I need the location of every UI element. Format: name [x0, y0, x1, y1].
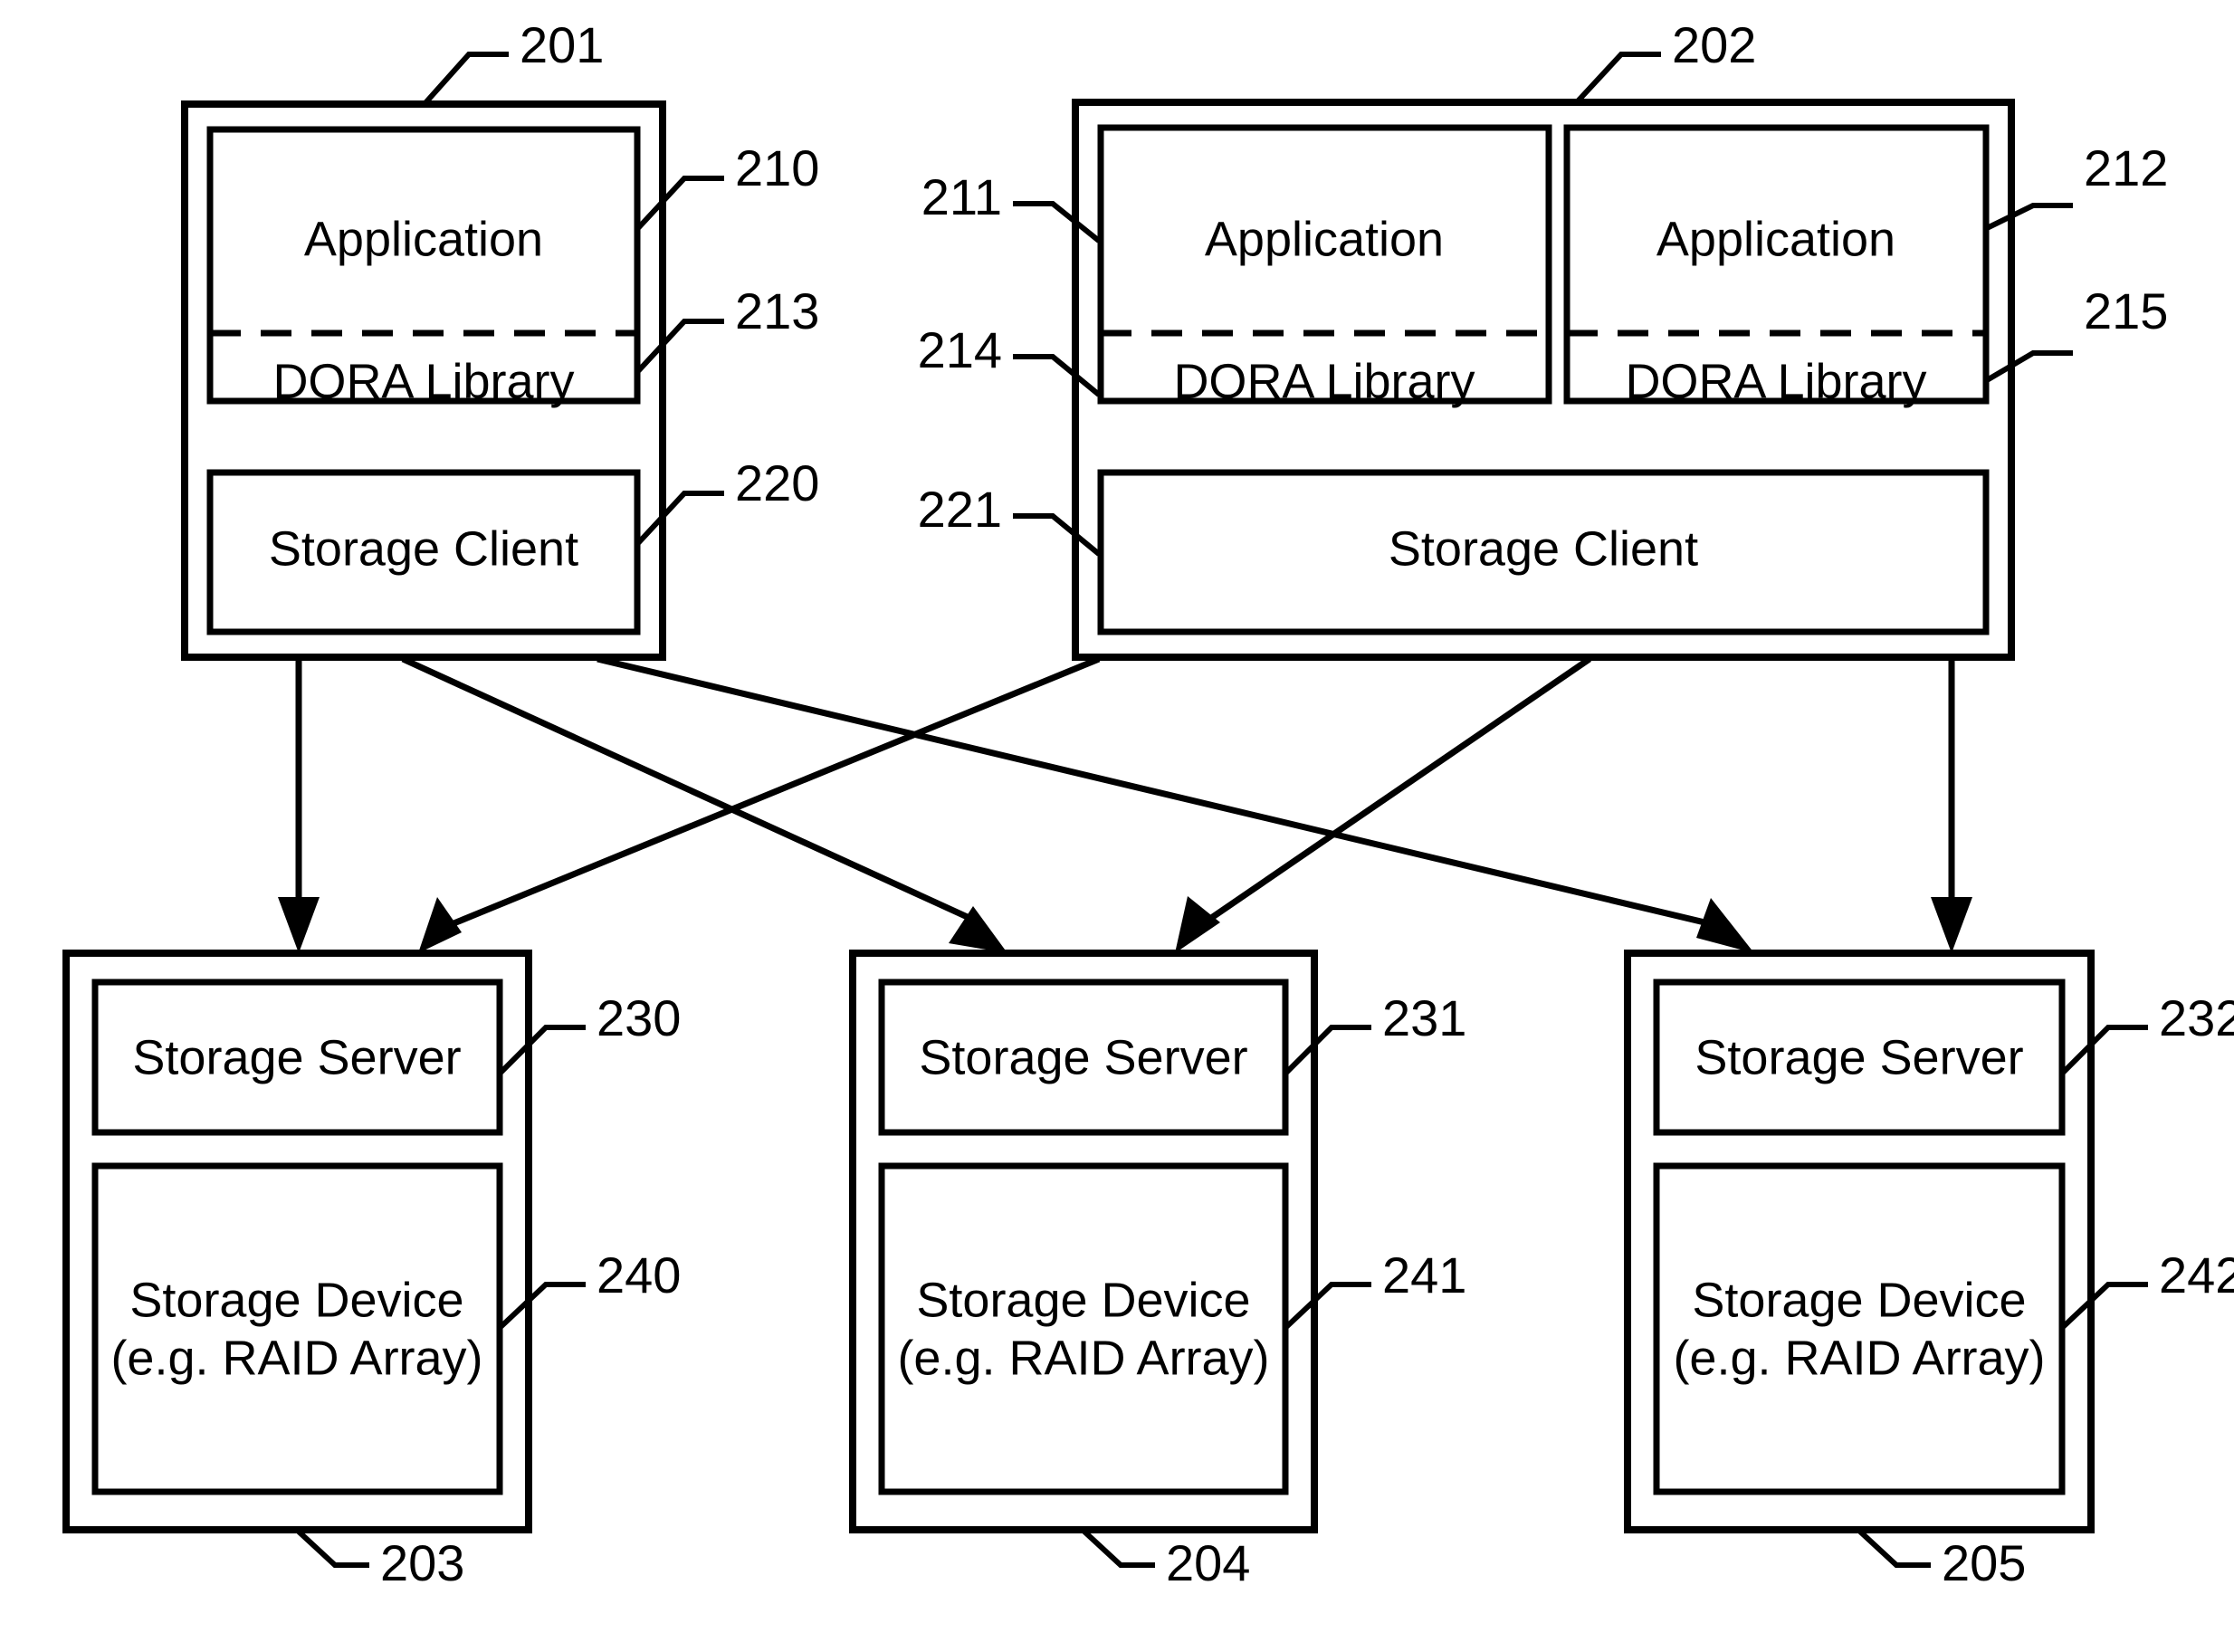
ref-214-leader-group: 214 [918, 321, 1101, 397]
ref-203-number: 203 [380, 1534, 464, 1591]
ref-240-number: 240 [597, 1246, 681, 1303]
ref-215-leader-line [1985, 350, 2073, 383]
link-221-to-203-arrowhead [418, 897, 462, 953]
app-210-label: Application [304, 212, 543, 266]
ref-201-leader-line [420, 52, 509, 109]
device-241-label-line1: Storage Device [916, 1273, 1250, 1327]
ref-242-number: 242 [2159, 1246, 2234, 1303]
device-240-label-line2: (e.g. RAID Array) [110, 1331, 482, 1385]
storage-node-205-group: Storage Server Storage Device (e.g. RAID… [1624, 950, 2095, 1533]
server-230-label: Storage Server [132, 1030, 461, 1084]
ref-242-leader-line [2060, 1282, 2148, 1330]
ref-202-leader-group: 202 [1572, 16, 1756, 107]
link-220-to-205 [597, 655, 1754, 953]
ref-220-leader-line [635, 491, 724, 546]
link-221-to-205-arrowhead [1931, 897, 1972, 953]
device-241-label-line2: (e.g. RAID Array) [897, 1331, 1269, 1385]
ref-201-number: 201 [520, 16, 604, 73]
lib-215-label: DORA Library [1625, 354, 1926, 408]
server-231-label: Storage Server [919, 1030, 1247, 1084]
ref-221-number: 221 [918, 481, 1002, 538]
device-242-label-line1: Storage Device [1692, 1273, 2026, 1327]
ref-221-leader-group: 221 [918, 481, 1101, 557]
ref-215-number: 215 [2084, 282, 2168, 339]
ref-203-leader-line [296, 1529, 369, 1568]
ref-205-leader-line [1857, 1529, 1931, 1568]
ref-202-number: 202 [1672, 16, 1756, 73]
ref-220-number: 220 [735, 454, 819, 511]
storage-node-203-group: Storage Server Storage Device (e.g. RAID… [62, 950, 532, 1533]
ref-211-leader-line [1013, 201, 1101, 244]
ref-205-leader-group: 205 [1857, 1529, 2026, 1591]
host-202-group: Application DORA Library Application DOR… [1072, 99, 2015, 661]
app-211-label: Application [1205, 212, 1444, 266]
ref-214-number: 214 [918, 321, 1002, 378]
lib-213-label: DORA Library [272, 354, 574, 408]
ref-201-leader-group: 201 [420, 16, 604, 109]
link-220-to-203 [278, 659, 320, 953]
device-241-box [878, 1162, 1289, 1495]
device-242-box [1653, 1162, 2066, 1495]
ref-204-number: 204 [1166, 1534, 1250, 1591]
ref-240-leader-line [498, 1282, 586, 1330]
ref-202-leader-line [1572, 52, 1661, 107]
ref-205-number: 205 [1942, 1534, 2026, 1591]
ref-203-leader-group: 203 [296, 1529, 464, 1591]
link-220-to-205-arrowhead [1696, 898, 1754, 953]
ref-232-leader-line [2060, 1025, 2148, 1075]
ref-213-number: 213 [735, 282, 819, 339]
ref-230-leader-line [498, 1025, 586, 1075]
host-201-group: Application DORA Library Storage Client [181, 100, 666, 661]
ref-231-number: 231 [1382, 989, 1466, 1046]
device-240-box [91, 1162, 503, 1495]
ref-241-number: 241 [1382, 1246, 1466, 1303]
device-240-label-line1: Storage Device [129, 1273, 463, 1327]
ref-241-leader-line [1284, 1282, 1371, 1330]
link-221-to-204-arrowhead [1175, 896, 1220, 953]
client-221-label: Storage Client [1389, 521, 1698, 576]
link-220-to-204-line [401, 655, 983, 927]
ref-213-leader-line [635, 319, 724, 374]
ref-231-leader-line [1284, 1025, 1371, 1075]
storage-node-204-group: Storage Server Storage Device (e.g. RAID… [849, 950, 1318, 1533]
device-242-label-line2: (e.g. RAID Array) [1673, 1331, 2045, 1385]
link-221-to-205 [1931, 659, 1972, 953]
ref-230-number: 230 [597, 989, 681, 1046]
lib-214-label: DORA Library [1173, 354, 1475, 408]
link-221-to-203 [418, 655, 1101, 953]
ref-204-leader-group: 204 [1082, 1529, 1250, 1591]
link-220-to-203-arrowhead [278, 897, 320, 953]
patent-figure-svg: Application DORA Library Storage Client … [62, 16, 2234, 1591]
ref-212-number: 212 [2084, 139, 2168, 196]
ref-221-leader-line [1013, 513, 1101, 557]
ref-204-leader-line [1082, 1529, 1155, 1568]
figure-canvas: Application DORA Library Storage Client … [0, 0, 2234, 1652]
link-221-to-204 [1175, 656, 1591, 953]
ref-210-leader-line [635, 176, 724, 231]
ref-232-number: 232 [2159, 989, 2234, 1046]
ref-214-leader-line [1013, 354, 1101, 397]
ref-211-number: 211 [921, 168, 1002, 225]
server-232-label: Storage Server [1695, 1030, 2023, 1084]
app-212-label: Application [1656, 212, 1895, 266]
client-220-label: Storage Client [269, 521, 578, 576]
ref-212-leader-line [1985, 203, 2073, 231]
connection-arrows-group [278, 655, 1972, 953]
ref-210-number: 210 [735, 139, 819, 196]
